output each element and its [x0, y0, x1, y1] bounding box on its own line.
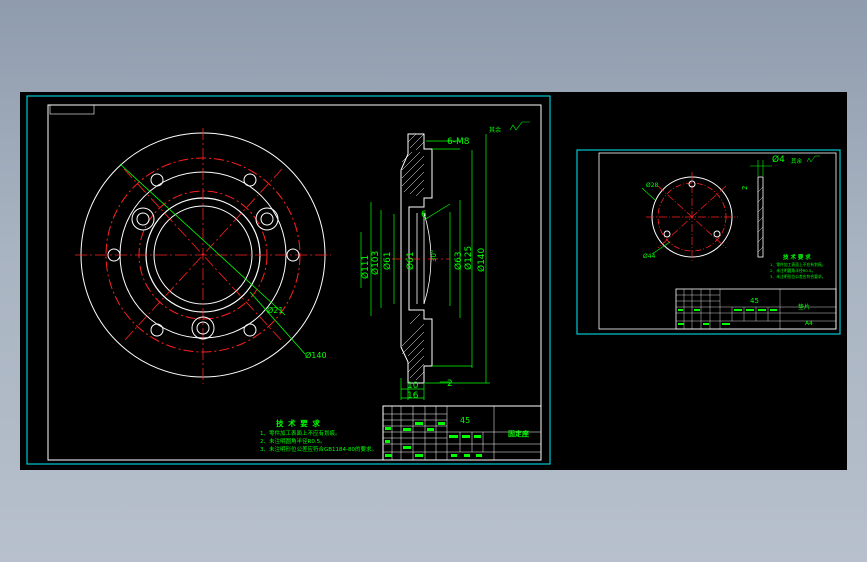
washer-hole [663, 230, 671, 238]
threaded-hole-outer [255, 207, 279, 231]
cad-viewport[interactable]: Ø21 Ø140 Ø111 Ø103 Ø61 Ø61 Ø63 Ø125 Ø140… [20, 92, 847, 470]
dim-d4: Ø4 [772, 154, 785, 165]
bolt-hole [243, 173, 257, 187]
dim-d103: Ø103 [370, 251, 381, 275]
dim-angle: 30° [430, 250, 438, 262]
material-right: 45 [750, 297, 759, 305]
dim-d61b: Ø61 [405, 251, 416, 270]
left-sheet-border [26, 95, 551, 465]
washer-side-outline [757, 176, 764, 258]
title-block-right: 45 垫片 A4 [675, 288, 837, 330]
cad-canvas: Ø21 Ø140 Ø111 Ø103 Ø61 Ø61 Ø63 Ø125 Ø140… [26, 95, 841, 465]
material-left: 45 [460, 416, 470, 425]
threaded-hole-outer [131, 207, 155, 231]
tech-notes-right: 技 术 要 求 1、零件加工表面上不应有划痕。 2、未注明圆角半径R0.5。 3… [770, 253, 826, 279]
leader-d28 [641, 187, 656, 201]
washer-side-hatch [757, 186, 764, 253]
dim-d140-section: Ø140 [476, 247, 487, 272]
right-sheet: Ø28 Ø44 Ø4 2 其余 技 术 要 求 1、零件加工表面上不应有划痕。 … [576, 149, 841, 335]
dim-d61a: Ø61 [382, 251, 393, 270]
dim-d44: Ø44 [643, 253, 656, 260]
left-drawing-frame [47, 104, 542, 461]
dim-2-right: 2 [741, 186, 749, 190]
dim-d63: Ø63 [453, 251, 464, 270]
title-block-left: 45 固定座 [382, 405, 542, 461]
dim-d125: Ø125 [463, 246, 474, 270]
roughness-symbol-right [806, 155, 820, 163]
tech-notes-left: 技 术 要 求 1、零件加工表面上不应有划痕。 2、未注明圆角半径R0.5。 3… [260, 418, 377, 453]
tech-note-item: 3、未注明形位公差应符合GB1184-80的要求。 [260, 445, 377, 453]
dim-6: 6 [421, 210, 427, 220]
tech-note-item-right: 2、未注明圆角半径R0.5。 [770, 268, 815, 273]
roughness-symbol-left [509, 121, 530, 131]
dim-d140-front: Ø140 [305, 350, 327, 360]
part-name-right: 垫片 [798, 303, 810, 311]
tech-notes-title-left: 技 术 要 求 [276, 418, 321, 428]
dim-2: 2 [447, 379, 453, 389]
left-sheet: Ø21 Ø140 Ø111 Ø103 Ø61 Ø61 Ø63 Ø125 Ø140… [26, 95, 551, 465]
section-hatch-bottom [401, 313, 425, 381]
left-ref-box [49, 104, 95, 115]
dim-d28: Ø28 [646, 182, 659, 189]
sheet-size-right: A4 [805, 320, 813, 327]
washer-front-view: Ø28 Ø44 [641, 172, 738, 262]
roughness-note-left: 其余 [489, 126, 501, 134]
tech-notes-title-right: 技 术 要 求 [783, 253, 811, 261]
washer-hole [713, 230, 721, 238]
right-drawing-frame [598, 152, 837, 330]
bolt-hole [150, 173, 164, 187]
dim-d21: Ø21 [267, 305, 283, 315]
section-view: Ø111 Ø103 Ø61 Ø61 Ø63 Ø125 Ø140 6 30° 6-… [360, 121, 530, 401]
washer-side-view: Ø4 2 其余 [741, 154, 820, 258]
dim-16: 16 [407, 391, 419, 401]
leader-d140 [249, 291, 306, 355]
bolt-hole [243, 323, 257, 337]
front-view: Ø21 Ø140 [75, 128, 331, 384]
roughness-note-right: 其余 [791, 157, 803, 165]
part-name-left: 固定座 [508, 429, 529, 438]
bolt-hole [150, 323, 164, 337]
leader-d21 [119, 163, 286, 316]
tech-note-item-right: 3、未注明形位公差应符合要求。 [770, 274, 826, 279]
section-hatch-top [401, 133, 425, 197]
dim-10: 10 [407, 381, 419, 391]
tech-note-item: 1、零件加工表面上不应有划痕。 [260, 429, 341, 437]
threaded-hole-inner [260, 212, 274, 226]
title-block-right-cells [678, 309, 777, 325]
threaded-hole-inner [136, 212, 150, 226]
tech-note-item: 2、未注明圆角半径R0.5。 [260, 437, 326, 445]
dim-m8: 6-M8 [447, 137, 470, 147]
tech-note-item-right: 1、零件加工表面上不应有划痕。 [770, 262, 826, 267]
dim-d111: Ø111 [360, 255, 371, 279]
